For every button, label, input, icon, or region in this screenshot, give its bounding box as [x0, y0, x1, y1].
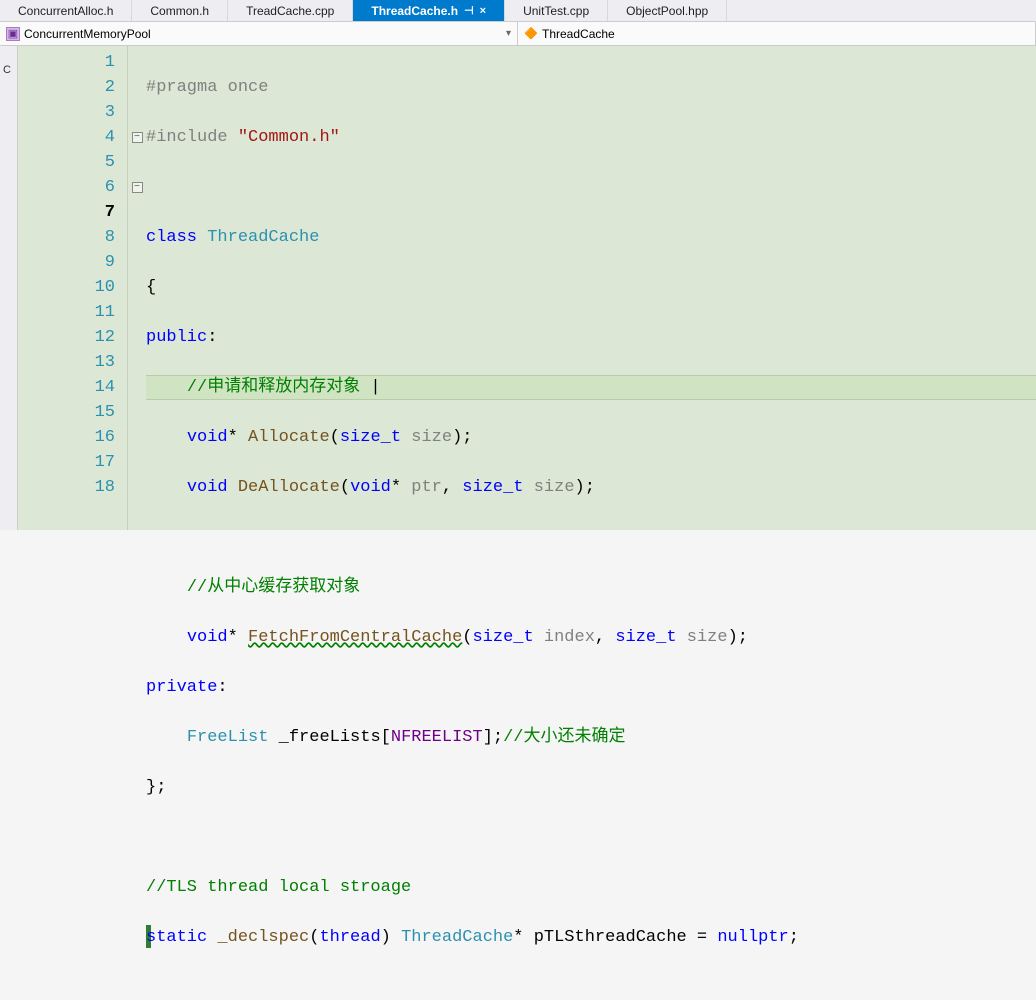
navigation-bar: ▣ ConcurrentMemoryPool ▾ 🔶 ThreadCache ▾ [0, 22, 1036, 46]
pin-icon[interactable]: ⊣ [464, 4, 474, 17]
scope-class-combo[interactable]: 🔶 ThreadCache ▾ [518, 22, 1036, 45]
fold-toggle-icon[interactable]: − [132, 182, 143, 193]
scope-class-label: ThreadCache [542, 27, 615, 41]
tab-threadcache-h[interactable]: ThreadCache.h ⊣ × [353, 0, 505, 21]
tab-objectpool[interactable]: ObjectPool.hpp [608, 0, 727, 21]
scope-project-label: ConcurrentMemoryPool [24, 27, 151, 41]
scope-project-combo[interactable]: ▣ ConcurrentMemoryPool ▾ [0, 22, 518, 45]
tab-common[interactable]: Common.h [132, 0, 228, 21]
tab-concurrentalloc[interactable]: ConcurrentAlloc.h [0, 0, 132, 21]
left-indicator-margin: C [0, 46, 18, 530]
fold-toggle-icon[interactable]: − [132, 132, 143, 143]
code-area[interactable]: #pragma once #include "Common.h" class T… [146, 46, 1036, 530]
fold-gutter: − − [128, 46, 146, 530]
text-cursor: | [370, 378, 380, 397]
line-number-gutter: 1 2 3 4 5 6 7 8 9 10 11 12 13 14 15 16 1… [18, 46, 128, 530]
tab-bar: ConcurrentAlloc.h Common.h TreadCache.cp… [0, 0, 1036, 22]
project-icon: ▣ [6, 27, 20, 41]
class-icon: 🔶 [524, 27, 538, 41]
tab-treadcache-cpp[interactable]: TreadCache.cpp [228, 0, 353, 21]
tab-unittest[interactable]: UnitTest.cpp [505, 0, 608, 21]
close-icon[interactable]: × [480, 5, 486, 17]
code-editor[interactable]: 1 2 3 4 5 6 7 8 9 10 11 12 13 14 15 16 1… [18, 46, 1036, 530]
chevron-down-icon: ▾ [506, 28, 511, 39]
left-strip-label: C [3, 64, 11, 76]
